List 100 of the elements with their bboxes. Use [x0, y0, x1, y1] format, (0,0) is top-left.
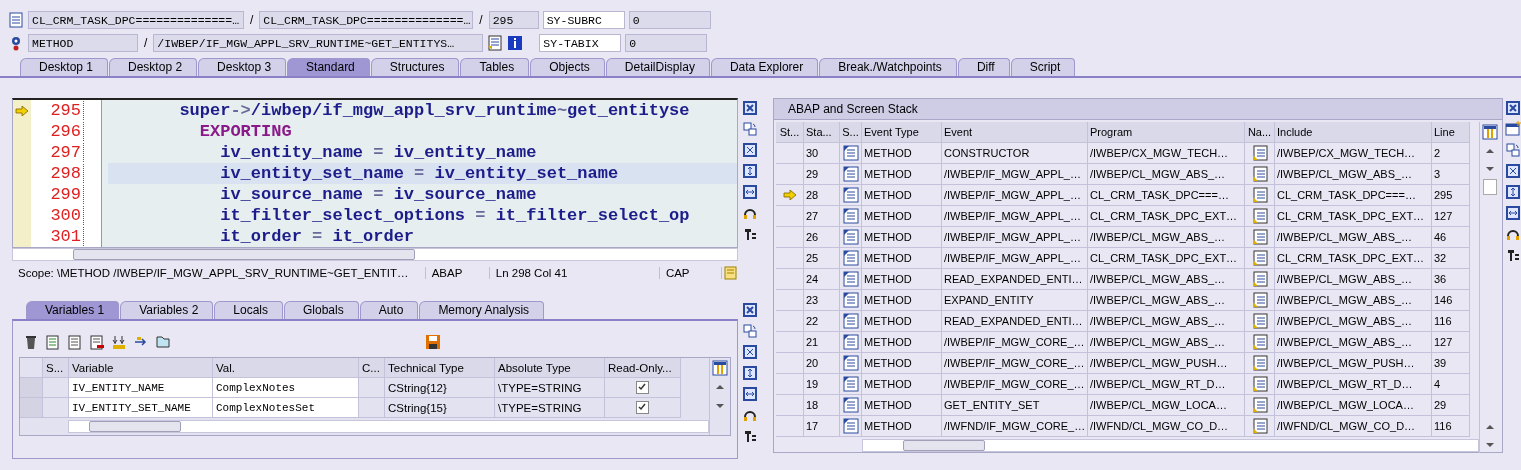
folder-icon[interactable]: [155, 334, 171, 350]
table-cell: [776, 290, 804, 311]
column-header[interactable]: S...: [43, 358, 69, 378]
fullscreen-icon[interactable]: [1505, 163, 1521, 179]
close-icon[interactable]: [742, 100, 758, 116]
column-header[interactable]: C...: [359, 358, 385, 378]
checkbox[interactable]: [636, 381, 649, 394]
tab[interactable]: Structures: [370, 58, 460, 76]
tab[interactable]: Desktop 3: [198, 58, 287, 76]
column-header[interactable]: Absolute Type: [495, 358, 605, 378]
navigate-icon[interactable]: [1251, 250, 1268, 266]
navigate-icon[interactable]: [1251, 418, 1268, 434]
tab[interactable]: Data Explorer: [710, 58, 819, 76]
navigate-icon[interactable]: [1251, 208, 1268, 224]
program-field[interactable]: CL_CRM_TASK_DPC==============…: [28, 11, 244, 29]
tool-icon[interactable]: [742, 226, 758, 242]
navigate-icon[interactable]: [1251, 292, 1268, 308]
navigate-icon[interactable]: [1251, 397, 1268, 413]
system-field-name[interactable]: SY-TABIX: [539, 34, 622, 52]
navigate-icon[interactable]: [1251, 229, 1268, 245]
event-field[interactable]: /IWBEP/IF_MGW_APPL_SRV_RUNTIME~GET_ENTITYS…: [153, 34, 484, 52]
navigate-icon[interactable]: [1251, 271, 1268, 287]
table-cell: 295: [1432, 185, 1470, 206]
save-icon[interactable]: [425, 334, 441, 350]
expand-vertical-icon[interactable]: [742, 365, 758, 381]
swap-icon[interactable]: [742, 323, 758, 339]
column-header[interactable]: Event: [942, 122, 1088, 143]
table-cell: 23: [804, 290, 840, 311]
list-icon[interactable]: [67, 334, 83, 350]
new-window-icon[interactable]: [1505, 121, 1521, 137]
tab[interactable]: Break./Watchpoints: [819, 58, 957, 76]
code-editor[interactable]: [12, 98, 738, 248]
fullscreen-icon[interactable]: [742, 142, 758, 158]
column-header[interactable]: Na...: [1245, 122, 1275, 143]
column-header[interactable]: Include: [1275, 122, 1432, 143]
event-type-field[interactable]: METHOD: [28, 34, 138, 52]
tab[interactable]: Memory Analysis: [419, 301, 545, 319]
tool-icon[interactable]: [1505, 247, 1521, 263]
fullscreen-icon[interactable]: [742, 344, 758, 360]
expand-horizontal-icon[interactable]: [1505, 205, 1521, 221]
checkbox[interactable]: [636, 401, 649, 414]
system-field-name[interactable]: SY-SUBRC: [542, 11, 625, 29]
tab[interactable]: Objects: [530, 58, 605, 76]
column-header[interactable]: Sta...: [804, 122, 840, 143]
tab[interactable]: Locals: [214, 301, 283, 319]
tab[interactable]: Globals: [284, 301, 359, 319]
tab[interactable]: DetailDisplay: [605, 58, 710, 76]
tab[interactable]: Script: [1010, 58, 1076, 76]
tab[interactable]: Variables 1: [26, 301, 120, 319]
expand-vertical-icon[interactable]: [742, 163, 758, 179]
navigate-icon[interactable]: [1251, 334, 1268, 350]
horizontal-scrollbar[interactable]: [12, 248, 738, 261]
tab[interactable]: Diff: [957, 58, 1010, 76]
column-header[interactable]: S...: [840, 122, 862, 143]
navigate-icon[interactable]: [1251, 376, 1268, 392]
swap-icon[interactable]: [1505, 142, 1521, 158]
delete-icon[interactable]: [23, 334, 39, 350]
close-icon[interactable]: [742, 302, 758, 318]
tab[interactable]: Variables 2: [120, 301, 214, 319]
tool-icon[interactable]: [742, 428, 758, 444]
column-header[interactable]: Val.: [213, 358, 359, 378]
tab[interactable]: Desktop 1: [20, 58, 109, 76]
system-field-value[interactable]: 0: [625, 34, 708, 52]
tab[interactable]: Auto: [359, 301, 419, 319]
expand-horizontal-icon[interactable]: [742, 386, 758, 402]
column-header[interactable]: Event Type: [862, 122, 942, 143]
tab[interactable]: Desktop 2: [109, 58, 198, 76]
tab[interactable]: Tables: [460, 58, 530, 76]
sort-icon[interactable]: [111, 334, 127, 350]
horizontal-scrollbar[interactable]: [68, 420, 709, 433]
scroll-thumb[interactable]: [1483, 179, 1497, 195]
system-field-value[interactable]: 0: [628, 11, 711, 29]
column-header[interactable]: Technical Type: [385, 358, 495, 378]
column-header[interactable]: St...: [776, 122, 804, 143]
navigate-icon[interactable]: [1251, 313, 1268, 329]
expand-horizontal-icon[interactable]: [742, 184, 758, 200]
navigate-icon[interactable]: [1251, 187, 1268, 203]
table-cell: /IWBEP/CL_MGW_ABS_…: [1275, 332, 1432, 353]
include-field[interactable]: CL_CRM_TASK_DPC==============…: [259, 11, 474, 29]
navigate-icon[interactable]: [1251, 355, 1268, 371]
table-cell: [776, 248, 804, 269]
expand-vertical-icon[interactable]: [1505, 184, 1521, 200]
list-icon[interactable]: [45, 334, 61, 350]
column-header[interactable]: Read-Only...: [605, 358, 681, 378]
navigate-icon[interactable]: [1251, 145, 1268, 161]
column-header[interactable]: Program: [1088, 122, 1245, 143]
column-settings-icon[interactable]: [1482, 124, 1498, 140]
swap-icon[interactable]: [742, 121, 758, 137]
column-settings-icon[interactable]: [712, 360, 728, 376]
column-header[interactable]: Line: [1432, 122, 1470, 143]
table-cell: METHOD: [862, 248, 942, 269]
table-cell: 26: [804, 227, 840, 248]
close-icon[interactable]: [1505, 100, 1521, 116]
line-field[interactable]: 295: [488, 11, 539, 29]
column-header[interactable]: Variable: [69, 358, 213, 378]
horizontal-scrollbar[interactable]: [862, 438, 1479, 452]
navigate-icon[interactable]: [1251, 166, 1268, 182]
tab[interactable]: Standard: [287, 58, 370, 76]
list-delete-icon[interactable]: [89, 334, 105, 350]
info-icon[interactable]: [507, 35, 524, 51]
